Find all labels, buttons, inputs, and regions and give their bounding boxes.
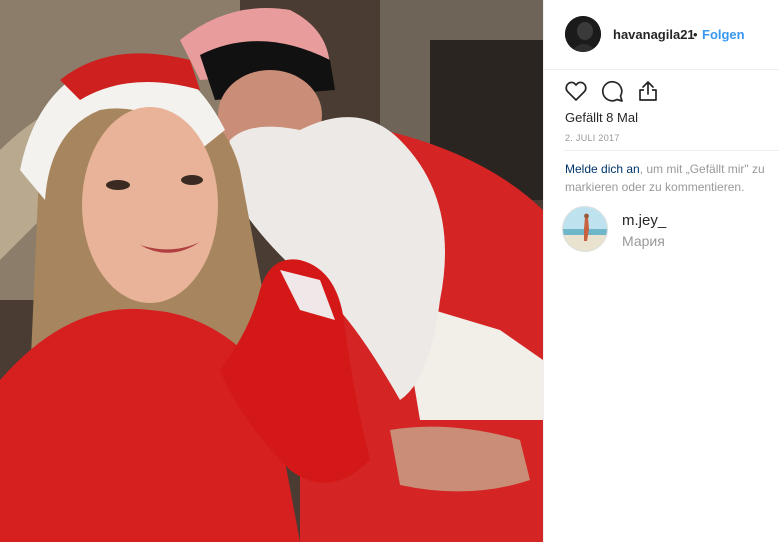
post-header: havanagila21 • Folgen xyxy=(544,0,779,70)
comment-item: m.jey_ Мария xyxy=(562,206,779,254)
avatar[interactable] xyxy=(565,16,601,52)
share-icon[interactable] xyxy=(636,79,660,103)
post-date[interactable]: 2. JULI 2017 xyxy=(565,133,620,143)
comment-text: Мария xyxy=(622,233,665,249)
username-link[interactable]: havanagila21 xyxy=(613,27,695,42)
post-image xyxy=(0,0,543,542)
login-prompt: Melde dich an, um mit „Gefällt mir" zu m… xyxy=(565,160,779,196)
comment-icon[interactable] xyxy=(600,79,624,103)
post-sidebar: havanagila21 • Folgen Gefällt 8 Mal 2. J… xyxy=(543,0,779,542)
comment-username[interactable]: m.jey_ xyxy=(622,212,666,229)
comment-avatar[interactable] xyxy=(562,206,608,252)
avatar-image xyxy=(565,16,601,52)
login-link[interactable]: Melde dich an xyxy=(565,162,640,176)
post-photo[interactable] xyxy=(0,0,543,542)
separator-dot: • xyxy=(693,27,698,42)
comment-avatar-image xyxy=(563,207,607,251)
heart-icon[interactable] xyxy=(564,79,588,103)
divider xyxy=(564,150,779,151)
follow-button[interactable]: Folgen xyxy=(702,27,745,42)
likes-count[interactable]: Gefällt 8 Mal xyxy=(565,110,638,125)
